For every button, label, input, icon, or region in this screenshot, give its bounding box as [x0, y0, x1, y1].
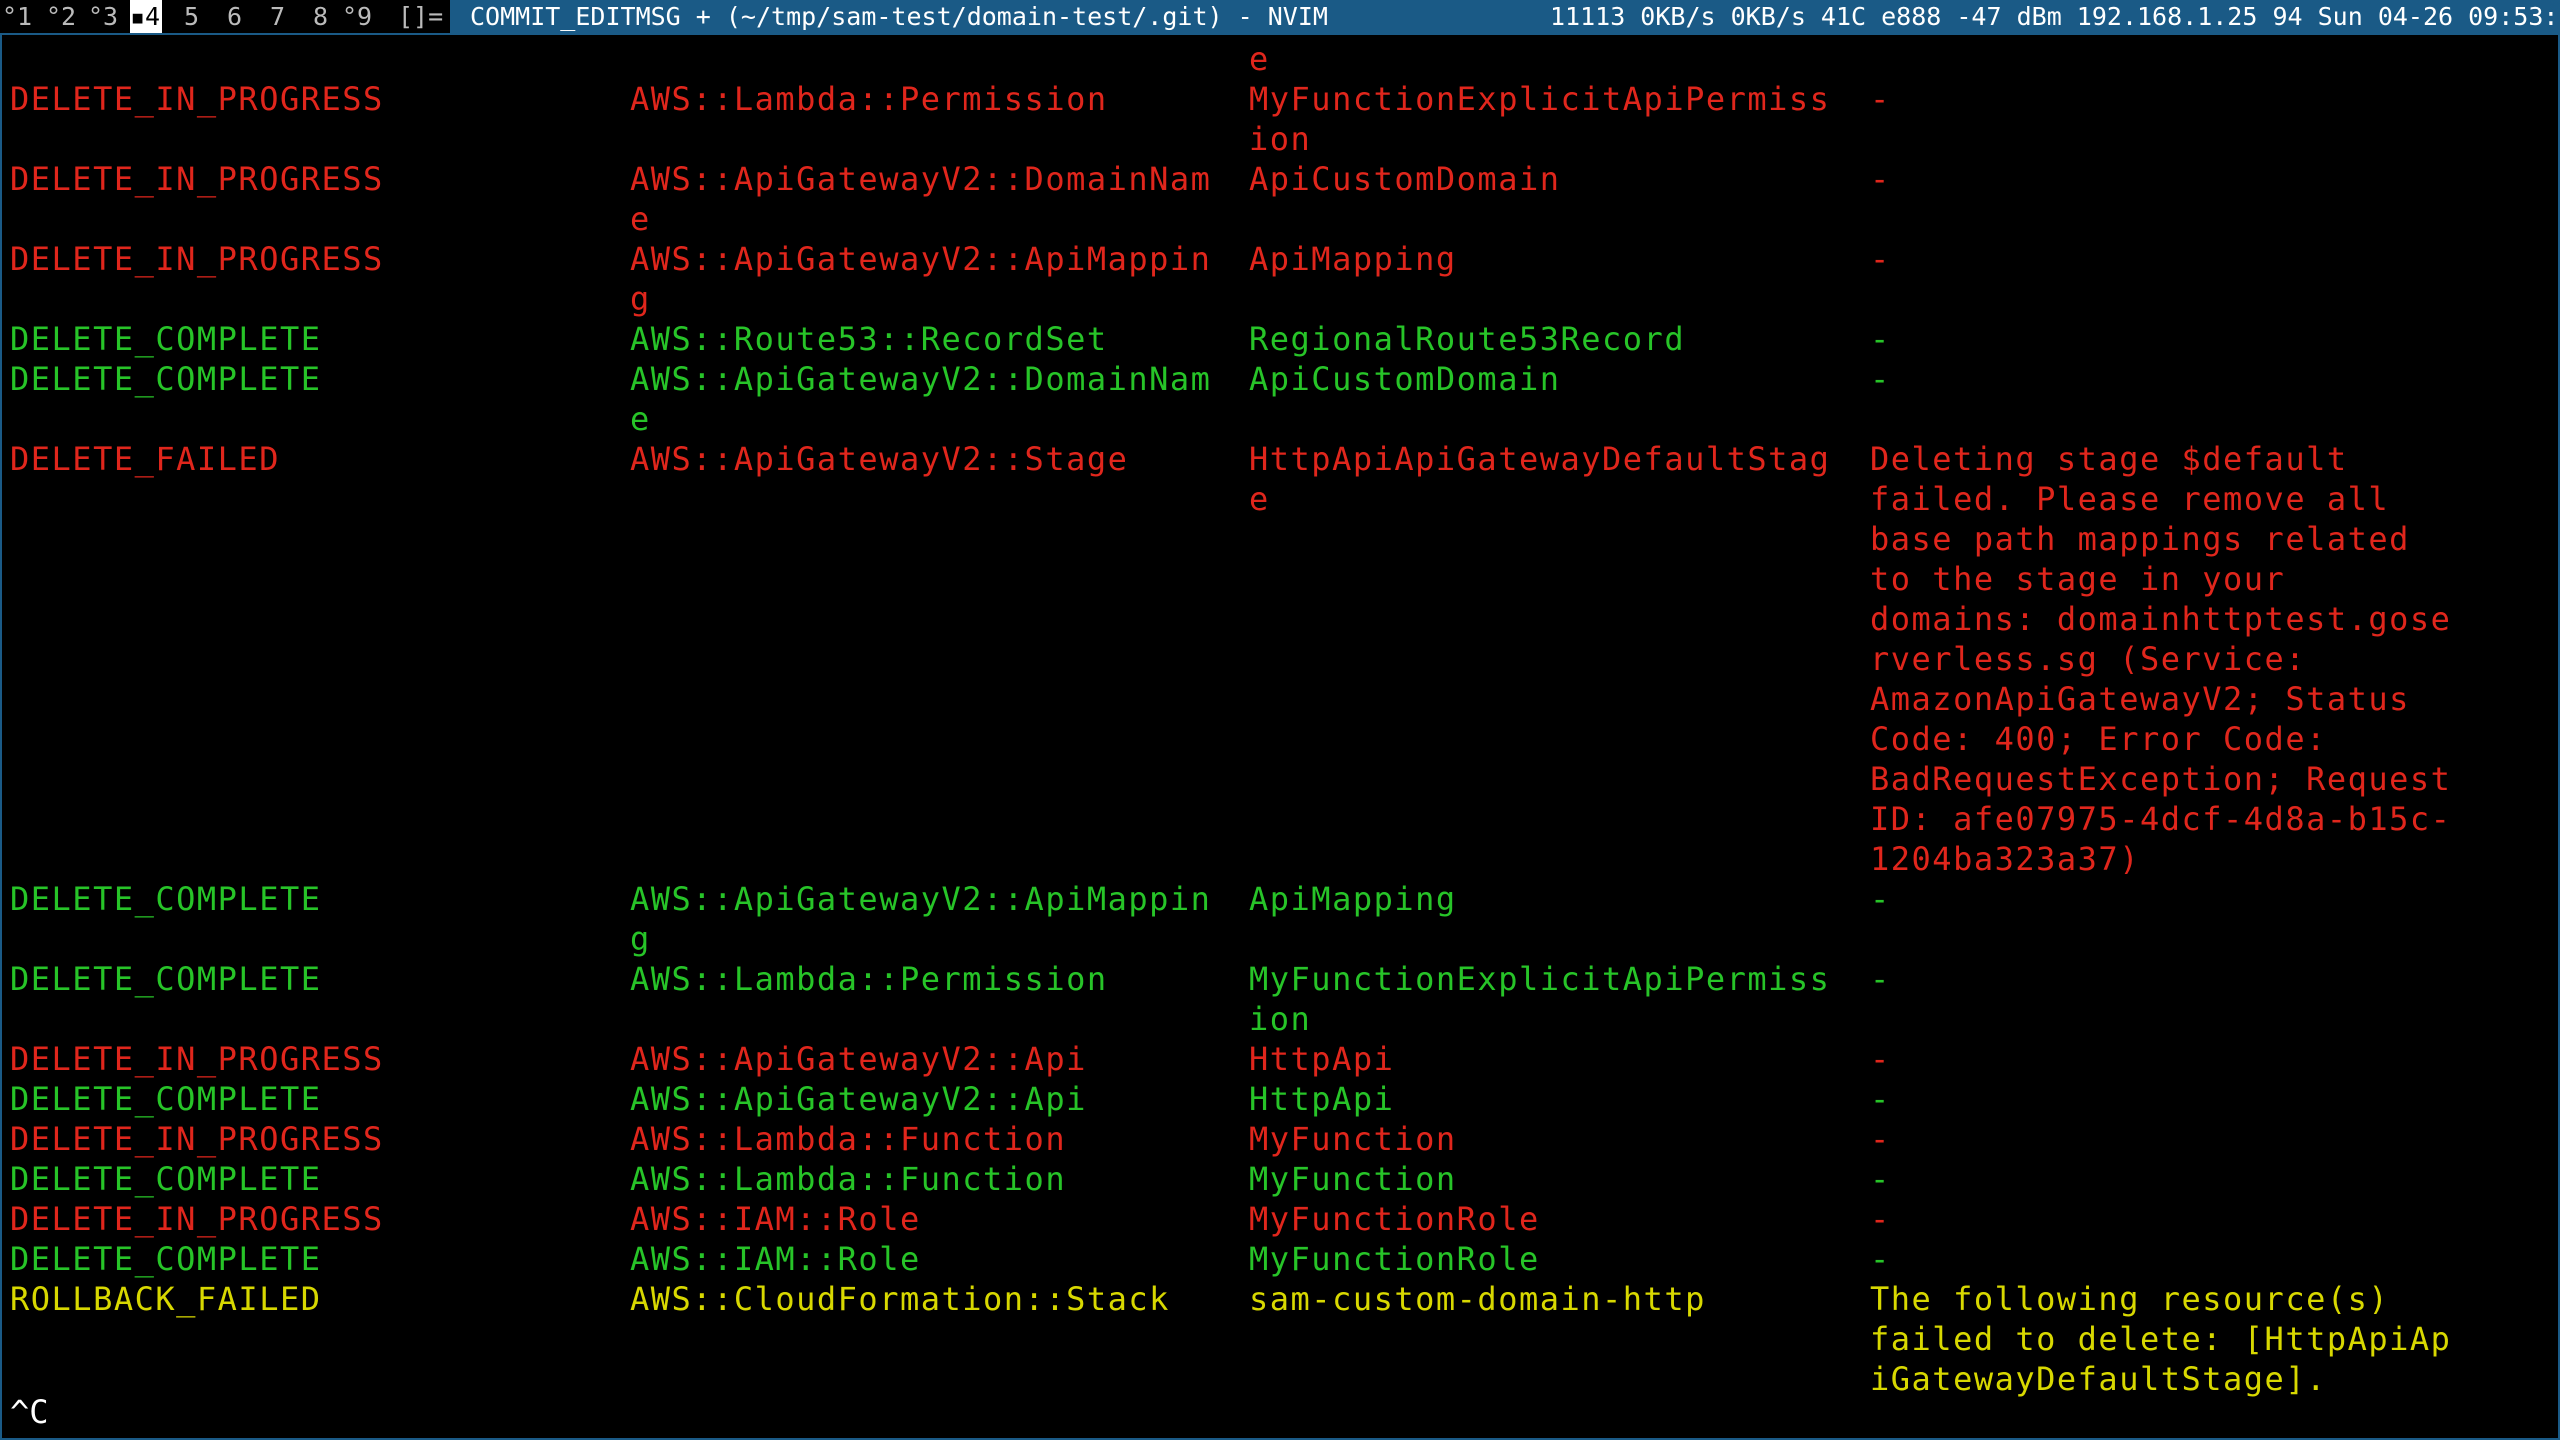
- terminal-window[interactable]: e DELETE_IN_PROGRESSAWS::Lambda::Permiss…: [0, 33, 2560, 1440]
- logical-id-cell: MyFunctionExplicitApiPermiss ion: [1249, 960, 1831, 1038]
- status-reason-cell: -: [1870, 1160, 1891, 1198]
- status-reason-cell: -: [1870, 1080, 1891, 1118]
- resource-type-cell: AWS::Lambda::Permission: [630, 80, 1108, 118]
- logical-id-cell: MyFunctionRole: [1249, 1200, 1540, 1238]
- status-reason-cell: -: [1870, 960, 1891, 998]
- resource-type-cell: AWS::ApiGatewayV2::Api: [630, 1040, 1087, 1078]
- resource-type-cell: AWS::ApiGatewayV2::DomainNam e: [630, 360, 1212, 438]
- status-cell: DELETE_IN_PROGRESS: [10, 1200, 384, 1238]
- status-cell: DELETE_IN_PROGRESS: [10, 240, 384, 278]
- logical-id-cell: ApiCustomDomain: [1249, 360, 1561, 398]
- logical-id-cell: HttpApiApiGatewayDefaultStag e: [1249, 440, 1831, 518]
- status-cell: DELETE_COMPLETE: [10, 1240, 322, 1278]
- status-reason-cell: -: [1870, 320, 1891, 358]
- logical-id-cell: ApiCustomDomain: [1249, 160, 1561, 198]
- workspace-1[interactable]: °1: [2, 0, 32, 33]
- logical-id-cell: HttpApi: [1249, 1080, 1395, 1118]
- status-cell: DELETE_FAILED: [10, 440, 280, 478]
- workspace-2[interactable]: °2: [46, 0, 76, 33]
- resource-type-cell: AWS::CloudFormation::Stack: [630, 1280, 1170, 1318]
- resource-type-cell: AWS::ApiGatewayV2::DomainNam e: [630, 160, 1212, 238]
- resource-type-cell: AWS::ApiGatewayV2::ApiMappin g: [630, 880, 1212, 958]
- status-reason-cell: -: [1870, 160, 1891, 198]
- logical-id-cell: HttpApi: [1249, 1040, 1395, 1078]
- status-reason-cell: Deleting stage $default failed. Please r…: [1870, 440, 2452, 878]
- resource-type-cell: AWS::Lambda::Function: [630, 1120, 1067, 1158]
- status-cell: ROLLBACK_FAILED: [10, 1280, 322, 1318]
- status-cell: DELETE_COMPLETE: [10, 1160, 322, 1198]
- resource-type-cell: AWS::IAM::Role: [630, 1240, 921, 1278]
- logical-id-cell: MyFunction: [1249, 1120, 1457, 1158]
- status-cell: DELETE_COMPLETE: [10, 1080, 322, 1118]
- status-cell: DELETE_COMPLETE: [10, 960, 322, 998]
- logical-id-cell: sam-custom-domain-http: [1249, 1280, 1706, 1318]
- resource-type-cell: AWS::IAM::Role: [630, 1200, 921, 1238]
- workspace-7[interactable]: 7: [270, 0, 294, 33]
- status-bar: 11113 0KB/s 0KB/s 41C e888 -47 dBm 192.1…: [1548, 0, 2560, 33]
- logical-id-cell: MyFunctionRole: [1249, 1240, 1540, 1278]
- status-reason-cell: -: [1870, 1120, 1891, 1158]
- status-cell: DELETE_IN_PROGRESS: [10, 80, 384, 118]
- resource-type-cell: AWS::ApiGatewayV2::ApiMappin g: [630, 240, 1212, 318]
- status-cell: DELETE_IN_PROGRESS: [10, 1040, 384, 1078]
- status-reason-cell: -: [1870, 80, 1891, 118]
- logical-id-cell: MyFunctionExplicitApiPermiss ion: [1249, 80, 1831, 158]
- workspace-4[interactable]: ▪4: [130, 0, 162, 33]
- status-cell: DELETE_COMPLETE: [10, 360, 322, 398]
- logical-id-cell: ApiMapping: [1249, 240, 1457, 278]
- status-cell: DELETE_COMPLETE: [10, 320, 322, 358]
- logical-id-cell: ApiMapping: [1249, 880, 1457, 918]
- status-reason-cell: -: [1870, 880, 1891, 918]
- status-reason-cell: -: [1870, 1240, 1891, 1278]
- window-title: COMMIT_EDITMSG + (~/tmp/sam-test/domain-…: [450, 0, 1550, 33]
- overflow-text: e: [1249, 40, 1270, 78]
- logical-id-cell: RegionalRoute53Record: [1249, 320, 1686, 358]
- status-reason-cell: -: [1870, 1200, 1891, 1238]
- terminal-prompt[interactable]: ^C: [10, 1392, 49, 1432]
- resource-type-cell: AWS::Lambda::Permission: [630, 960, 1108, 998]
- workspace-5[interactable]: 5: [184, 0, 208, 33]
- status-reason-cell: The following resource(s) failed to dele…: [1870, 1280, 2452, 1398]
- workspace-9[interactable]: °9: [342, 0, 374, 33]
- workspace-8[interactable]: 8: [313, 0, 337, 33]
- workspace-6[interactable]: 6: [227, 0, 251, 33]
- status-reason-cell: -: [1870, 1040, 1891, 1078]
- workspace-3[interactable]: °3: [88, 0, 118, 33]
- logical-id-cell: MyFunction: [1249, 1160, 1457, 1198]
- status-reason-cell: -: [1870, 360, 1891, 398]
- resource-type-cell: AWS::ApiGatewayV2::Api: [630, 1080, 1087, 1118]
- layout-indicator[interactable]: []=: [398, 0, 446, 33]
- status-reason-cell: -: [1870, 240, 1891, 278]
- status-cell: DELETE_COMPLETE: [10, 880, 322, 918]
- resource-type-cell: AWS::Lambda::Function: [630, 1160, 1067, 1198]
- status-cell: DELETE_IN_PROGRESS: [10, 160, 384, 198]
- resource-type-cell: AWS::Route53::RecordSet: [630, 320, 1108, 358]
- status-cell: DELETE_IN_PROGRESS: [10, 1120, 384, 1158]
- top-bar: °1 °2 °3 ▪4 5 6 7 8 °9 []= COMMIT_EDITMS…: [0, 0, 2560, 33]
- resource-type-cell: AWS::ApiGatewayV2::Stage: [630, 440, 1129, 478]
